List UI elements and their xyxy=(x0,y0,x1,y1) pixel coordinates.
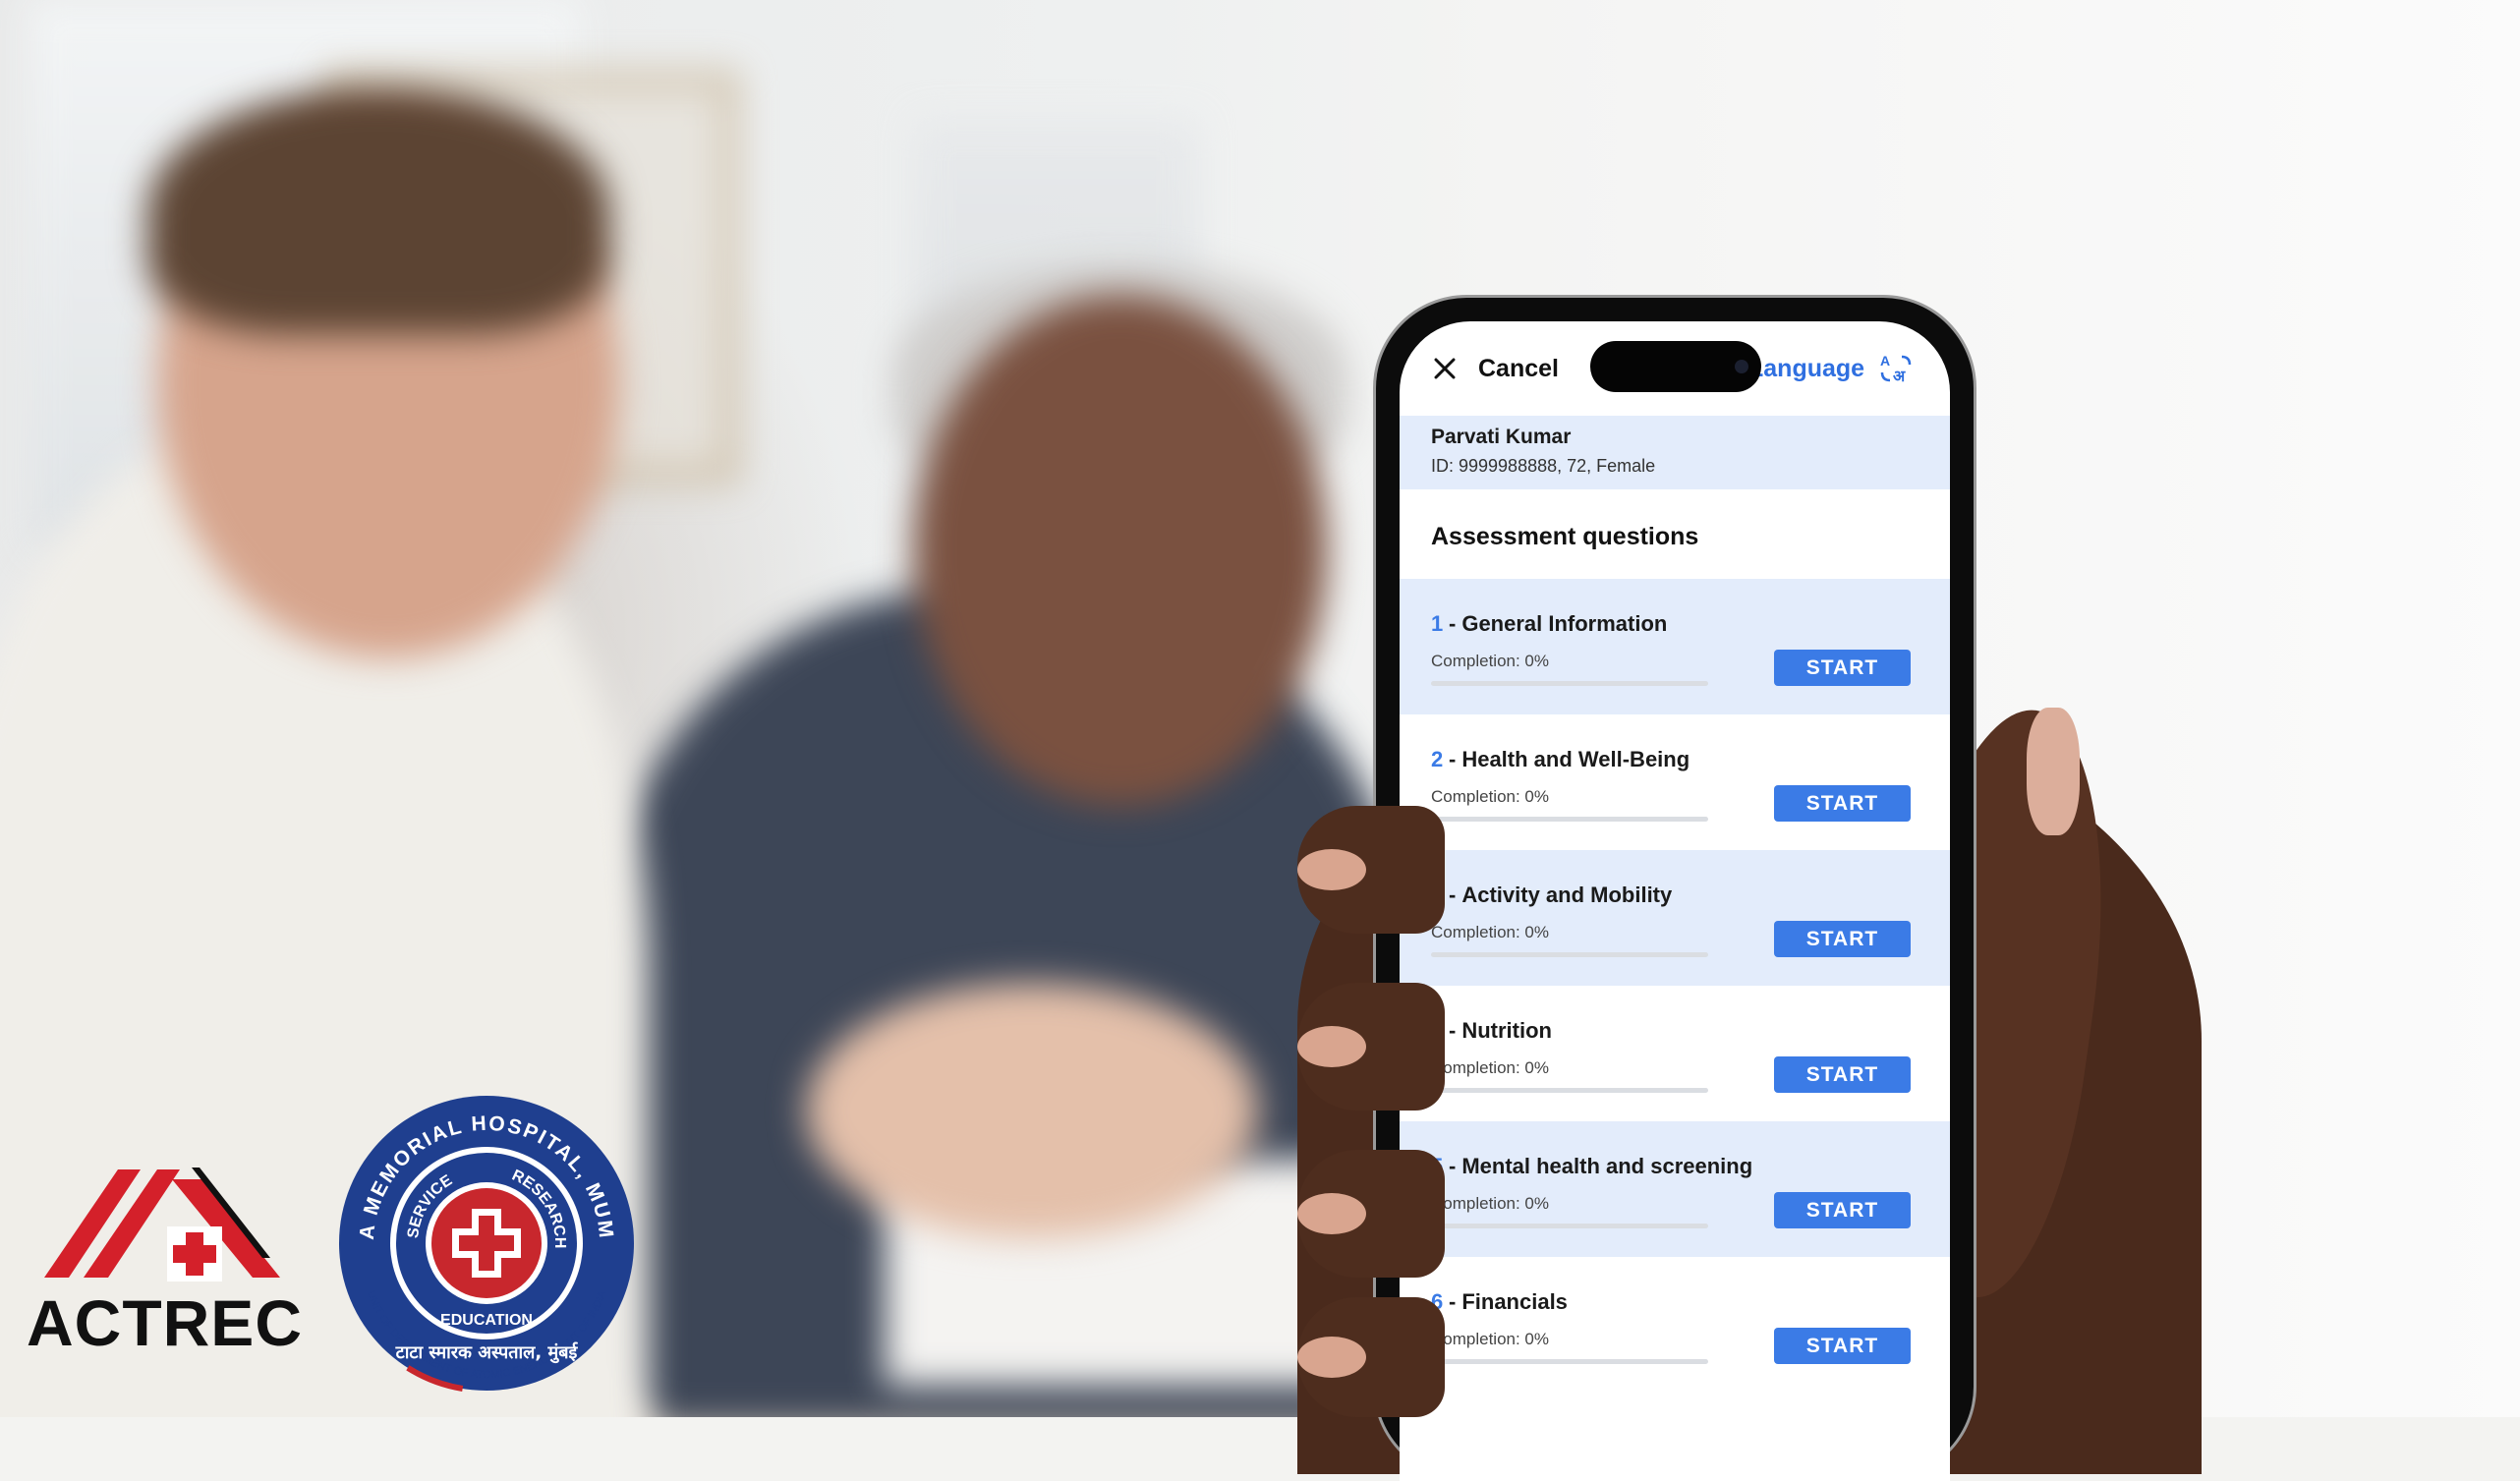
patient-name: Parvati Kumar xyxy=(1431,426,1572,448)
close-icon[interactable] xyxy=(1431,355,1459,382)
start-button[interactable]: START xyxy=(1774,921,1911,957)
list-item[interactable]: 3 -Activity and Mobility Completion: 0% … xyxy=(1400,850,1950,986)
completion-label: Completion: 0% xyxy=(1431,1330,1550,1348)
module-title: - Financials xyxy=(1449,1289,1568,1314)
list-item[interactable]: 2 - Health and Well-Being Completion: 0% … xyxy=(1400,714,1950,850)
module-number: 1 xyxy=(1431,611,1444,636)
completion-label: Completion: 0% xyxy=(1431,1194,1550,1213)
camera-icon xyxy=(1735,360,1748,373)
module-title: - Nutrition xyxy=(1449,1018,1552,1043)
list-item[interactable]: 4 -Nutrition Completion: 0% START xyxy=(1400,986,1950,1121)
module-number: 2 xyxy=(1431,747,1444,771)
completion-label: Completion: 0% xyxy=(1431,787,1550,806)
assessment-list: 1 - General Information Completion: 0% ST… xyxy=(1400,579,1950,1393)
finger xyxy=(1297,983,1445,1111)
module-title: - General Information xyxy=(1449,611,1668,636)
finger xyxy=(1297,806,1445,934)
svg-text:A: A xyxy=(1880,353,1890,369)
seal-hindi-text: टाटा स्मारक अस्पताल, मुंबई xyxy=(395,1341,579,1364)
hands-blur xyxy=(806,983,1258,1238)
progress-bar xyxy=(1431,952,1708,957)
start-button[interactable]: START xyxy=(1774,1328,1911,1364)
list-item[interactable]: 1 - General Information Completion: 0% ST… xyxy=(1400,579,1950,714)
start-button[interactable]: START xyxy=(1774,1056,1911,1093)
finger xyxy=(1297,1297,1445,1417)
fingernail xyxy=(1297,849,1366,890)
cancel-button[interactable]: Cancel xyxy=(1478,355,1559,383)
completion-label: Completion: 0% xyxy=(1431,923,1550,941)
finger xyxy=(1297,1150,1445,1278)
language-button[interactable]: Language xyxy=(1748,355,1864,383)
young-man-hair xyxy=(147,88,609,334)
actrec-text: ACTREC xyxy=(27,1286,303,1359)
progress-bar xyxy=(1431,1359,1708,1364)
svg-text:अ: अ xyxy=(1893,367,1906,385)
phone-screen: Cancel Language A अ Parvati Kumar ID: 99… xyxy=(1400,321,1950,1481)
elderly-man-head xyxy=(914,295,1327,806)
start-button[interactable]: START xyxy=(1774,785,1911,822)
thumbnail xyxy=(2027,708,2080,835)
completion-label: Completion: 0% xyxy=(1431,1058,1550,1077)
fingernail xyxy=(1297,1026,1366,1067)
section-title: Assessment questions xyxy=(1431,523,1699,550)
start-button[interactable]: START xyxy=(1774,650,1911,686)
progress-bar xyxy=(1431,1088,1708,1093)
patient-details: ID: 9999988888, 72, Female xyxy=(1431,456,1656,476)
completion-label: Completion: 0% xyxy=(1431,652,1550,670)
module-title: - Mental health and screening xyxy=(1449,1154,1753,1178)
fingernail xyxy=(1297,1337,1366,1378)
start-button[interactable]: START xyxy=(1774,1192,1911,1228)
progress-bar xyxy=(1431,681,1708,686)
patient-header: Parvati Kumar ID: 9999988888, 72, Female xyxy=(1400,416,1950,489)
hospital-seal-logo: TATA MEMORIAL HOSPITAL, MUMBAI SERVICE R… xyxy=(334,1091,637,1394)
fingernail xyxy=(1297,1193,1366,1234)
module-title: - Health and Well-Being xyxy=(1449,747,1690,771)
list-item[interactable]: 5 -Mental health and screening Completio… xyxy=(1400,1121,1950,1257)
progress-bar xyxy=(1431,817,1708,822)
module-title: - Activity and Mobility xyxy=(1449,883,1673,907)
translate-icon[interactable]: A अ xyxy=(1878,351,1914,386)
progress-bar xyxy=(1431,1224,1708,1228)
list-item[interactable]: 6 - Financials Completion: 0% START xyxy=(1400,1257,1950,1393)
seal-ring-word: EDUCATION xyxy=(440,1312,533,1329)
